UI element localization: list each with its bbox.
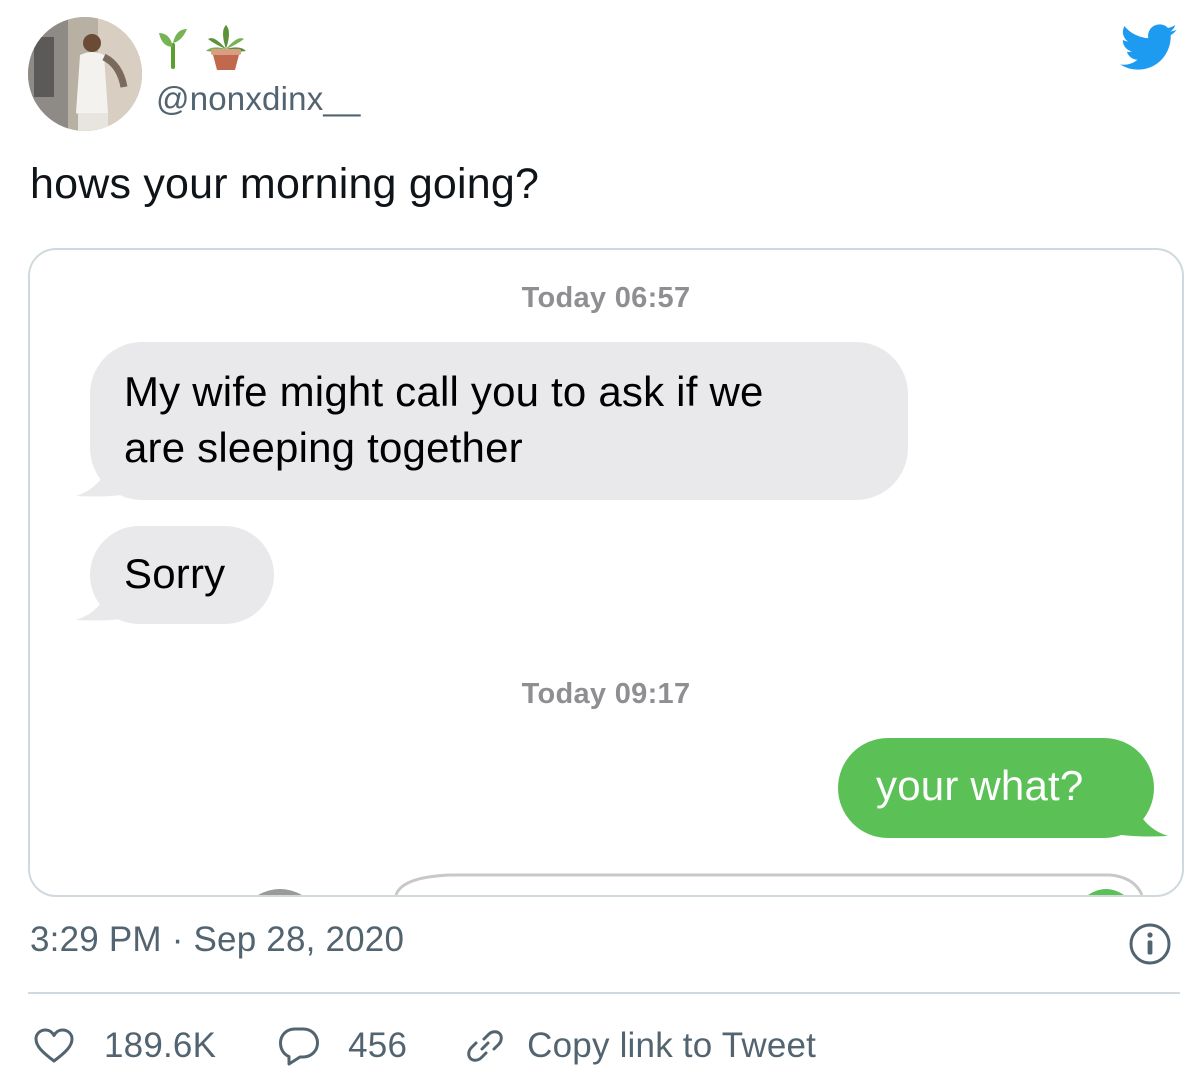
like-button[interactable]: 189.6K: [34, 1026, 216, 1066]
received-message-bubble: My wife might call you to ask if we are …: [90, 342, 908, 500]
divider: [28, 992, 1180, 994]
sent-message-bubble: your what?: [838, 738, 1154, 838]
reply-button[interactable]: 456: [278, 1026, 407, 1066]
message-line: My wife might call you to ask if we: [124, 368, 764, 415]
twitter-bird-icon[interactable]: [1120, 24, 1178, 72]
like-count: 189.6K: [104, 1026, 217, 1065]
message-timestamp: Today 09:17: [521, 678, 691, 710]
reply-count: 456: [348, 1026, 408, 1065]
tweet-media-image[interactable]: Today 06:57 My wife might call you to as…: [28, 248, 1184, 897]
received-message-bubble: Sorry: [90, 526, 274, 624]
tweet-time: 3:29 PM: [30, 920, 162, 959]
author-handle[interactable]: @nonxdinx__: [156, 80, 361, 118]
message-line: Sorry: [124, 550, 226, 597]
message-composer-cropped: [258, 873, 1144, 895]
reply-bubble-icon: [279, 1027, 320, 1066]
message-line: your what?: [876, 762, 1084, 809]
avatar-photo: [28, 17, 142, 131]
copy-link-button[interactable]: Copy link to Tweet: [465, 1026, 816, 1066]
tweet-timestamp[interactable]: 3:29 PM · Sep 28, 2020: [30, 920, 404, 960]
heart-icon: [34, 1028, 74, 1063]
seedling-icon: [159, 29, 187, 69]
tweet-card: @nonxdinx__ hows your morning going? Tod…: [0, 0, 1200, 1085]
meta-separator: ·: [171, 920, 184, 959]
tweet-actions: 189.6K 456 Copy link to Tweet: [34, 1018, 816, 1074]
message-timestamp: Today 06:57: [521, 282, 691, 314]
display-name-emojis: [156, 24, 248, 72]
link-icon: [467, 1030, 503, 1062]
avatar[interactable]: [28, 17, 142, 131]
potted-plant-icon: [206, 25, 246, 70]
copy-link-label: Copy link to Tweet: [527, 1026, 817, 1065]
tweet-text: hows your morning going?: [30, 160, 540, 208]
tweet-date: Sep 28, 2020: [193, 920, 405, 959]
info-icon[interactable]: [1128, 922, 1172, 966]
message-line: are sleeping together: [124, 424, 523, 471]
